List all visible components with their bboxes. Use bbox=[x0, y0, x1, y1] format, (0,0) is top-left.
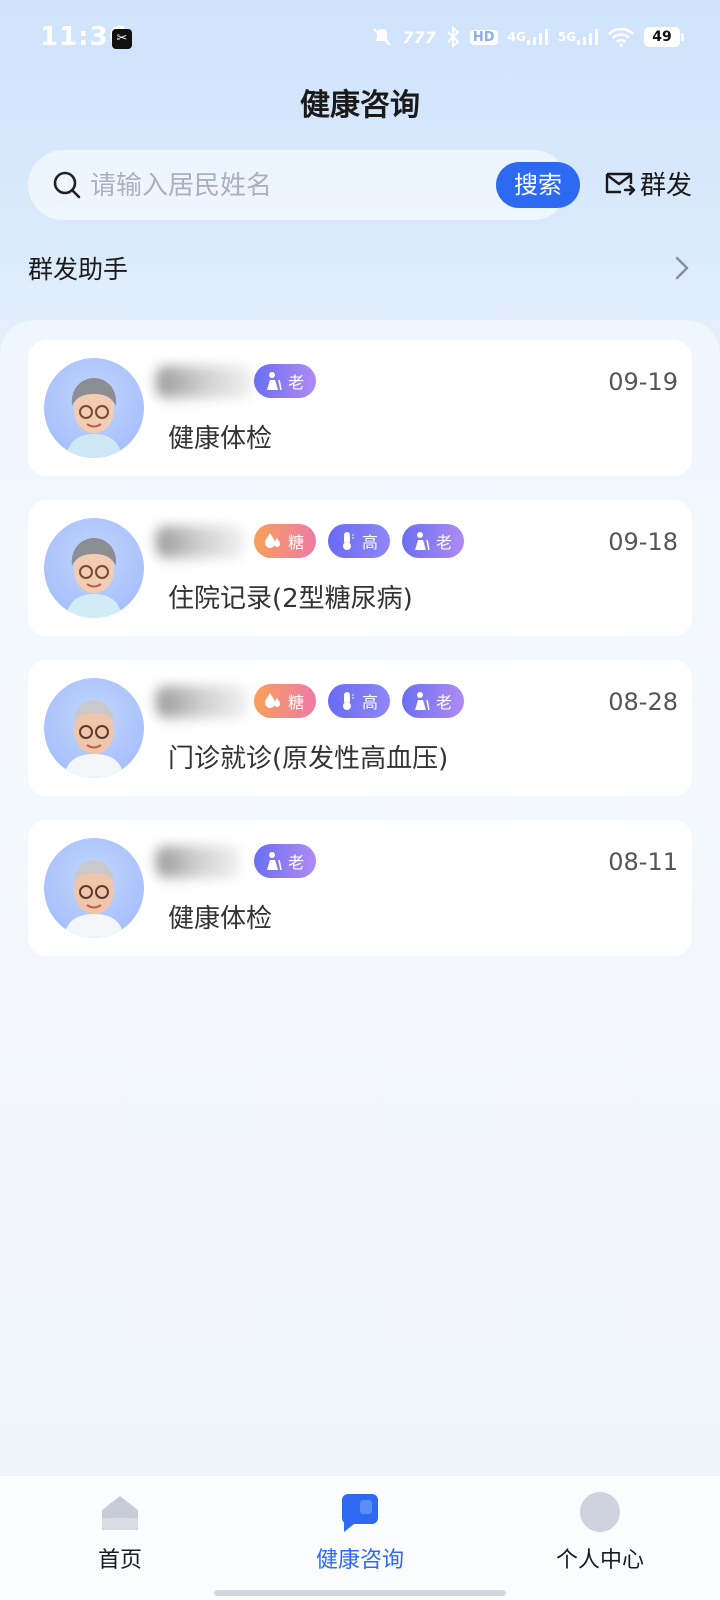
elderly-avatar-icon bbox=[66, 378, 122, 458]
tag-label: 高 bbox=[362, 693, 379, 712]
nav-label-profile: 个人中心 bbox=[555, 1548, 644, 1573]
tag-elderly: 老 bbox=[254, 844, 317, 878]
tag-label: 老 bbox=[436, 533, 453, 552]
tag-list: 老 bbox=[254, 844, 317, 878]
search-box: 搜索 bbox=[28, 150, 580, 220]
blood-drop-icon bbox=[265, 533, 280, 548]
nav-item-consult[interactable]: 健康咨询 bbox=[280, 1490, 440, 1590]
resident-card[interactable]: 糖 高 老 08-28 门诊就诊(原发性高血压) bbox=[28, 660, 692, 796]
card-date: 09-18 bbox=[608, 528, 678, 556]
chevron-right-icon bbox=[675, 256, 689, 280]
mass-send-label: 群发 bbox=[640, 170, 693, 201]
blood-drop-icon bbox=[265, 693, 280, 708]
tag-label: 老 bbox=[288, 373, 305, 392]
network-b-label: 5G bbox=[557, 30, 576, 44]
elderly-avatar-icon bbox=[64, 700, 124, 778]
wifi-icon bbox=[608, 27, 634, 47]
status-icons: 777 HD 4G 5G 49 bbox=[371, 26, 684, 48]
signal-4g-icon: 4G bbox=[508, 28, 548, 46]
mute-icon bbox=[371, 26, 393, 48]
mail-send-icon bbox=[605, 172, 636, 196]
elderly-person-icon bbox=[415, 532, 430, 551]
elderly-avatar-icon bbox=[66, 538, 122, 618]
resident-card[interactable]: 糖 高 老 09-18 住院记录(2型糖尿病) bbox=[28, 500, 692, 636]
elderly-avatar-icon bbox=[64, 860, 124, 938]
avatar bbox=[44, 518, 144, 618]
home-icon bbox=[102, 1496, 138, 1530]
bottom-nav: 首页 健康咨询 个人中心 bbox=[0, 1476, 720, 1600]
home-indicator bbox=[214, 1590, 506, 1596]
mass-send-button[interactable]: 群发 bbox=[604, 163, 692, 203]
avatar bbox=[44, 678, 144, 778]
nav-item-home[interactable]: 首页 bbox=[40, 1490, 200, 1590]
tag-label: 老 bbox=[436, 693, 453, 712]
card-record: 健康体检 bbox=[168, 424, 273, 454]
tag-elderly: 老 bbox=[402, 684, 465, 718]
tag-diabetes: 糖 bbox=[254, 684, 317, 718]
network-a-label: 4G bbox=[507, 30, 526, 44]
tag-hypertension: 高 bbox=[328, 524, 391, 558]
search-button[interactable]: 搜索 bbox=[496, 162, 580, 208]
search-input[interactable] bbox=[88, 162, 472, 210]
thermometer-icon bbox=[343, 692, 355, 710]
search-icon bbox=[53, 171, 81, 199]
thermometer-icon bbox=[343, 532, 355, 550]
tag-hypertension: 高 bbox=[328, 684, 391, 718]
tag-label: 高 bbox=[362, 533, 379, 552]
resident-name-redacted bbox=[156, 366, 252, 398]
card-date: 08-11 bbox=[608, 848, 678, 876]
elderly-person-icon bbox=[267, 852, 282, 871]
card-record: 住院记录(2型糖尿病) bbox=[168, 584, 413, 614]
profile-icon bbox=[580, 1492, 620, 1532]
resident-name-redacted bbox=[156, 846, 240, 878]
tag-diabetes: 糖 bbox=[254, 524, 317, 558]
nav-label-consult: 健康咨询 bbox=[315, 1548, 404, 1573]
bluetooth-icon bbox=[446, 26, 460, 48]
nav-label-home: 首页 bbox=[97, 1548, 142, 1573]
status-bar: 11:36 ✂ 777 HD 4G 5G 49 bbox=[0, 0, 720, 80]
tag-list: 糖 高 老 bbox=[254, 524, 465, 558]
page-title: 健康咨询 bbox=[300, 88, 420, 123]
resident-card[interactable]: 老 08-11 健康体检 bbox=[28, 820, 692, 956]
tag-list: 老 bbox=[254, 364, 317, 398]
tag-list: 糖 高 老 bbox=[254, 684, 465, 718]
tag-label: 糖 bbox=[288, 533, 305, 552]
card-date: 09-19 bbox=[608, 368, 678, 396]
card-record: 门诊就诊(原发性高血压) bbox=[168, 744, 449, 774]
avatar bbox=[44, 838, 144, 938]
tag-label: 糖 bbox=[288, 693, 305, 712]
card-date: 08-28 bbox=[608, 688, 678, 716]
signal-5g-icon: 5G bbox=[558, 28, 598, 46]
battery-icon: 49 bbox=[644, 27, 684, 47]
tag-label: 老 bbox=[288, 853, 305, 872]
assistant-label: 群发助手 bbox=[28, 255, 129, 284]
elderly-person-icon bbox=[415, 692, 430, 711]
resident-name-redacted bbox=[156, 526, 244, 558]
tag-elderly: 老 bbox=[402, 524, 465, 558]
resident-card[interactable]: 老 09-19 健康体检 bbox=[28, 340, 692, 476]
card-record: 健康体检 bbox=[168, 904, 273, 934]
mass-send-assistant-row[interactable]: 群发助手 bbox=[28, 240, 692, 296]
nfc-icon: 777 bbox=[402, 27, 436, 47]
resident-name-redacted bbox=[156, 686, 248, 718]
tag-elderly: 老 bbox=[254, 364, 317, 398]
elderly-person-icon bbox=[267, 372, 282, 391]
capcut-icon: ✂ bbox=[112, 29, 132, 49]
nav-item-profile[interactable]: 个人中心 bbox=[520, 1490, 680, 1590]
hd-icon: HD bbox=[469, 29, 498, 45]
avatar bbox=[44, 358, 144, 458]
chat-icon bbox=[342, 1494, 378, 1532]
